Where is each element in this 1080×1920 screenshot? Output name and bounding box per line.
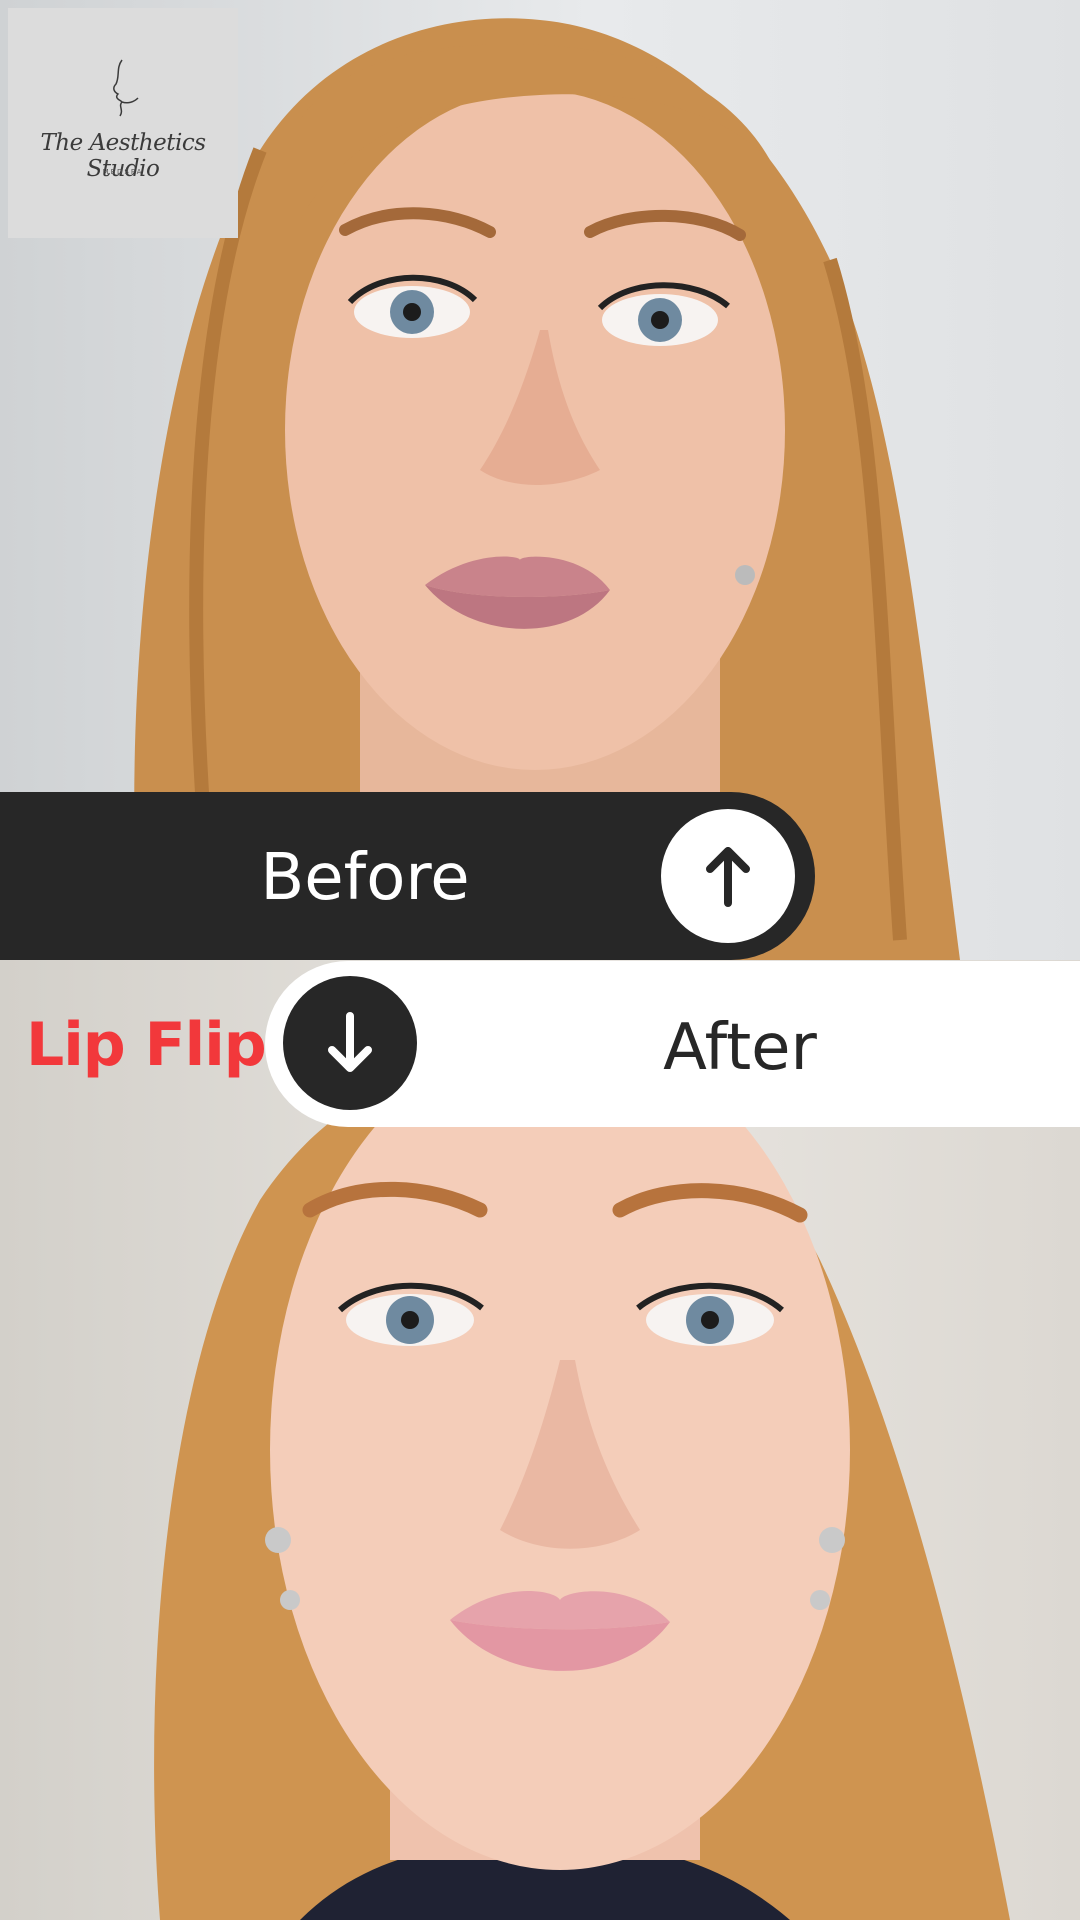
studio-logo: The Aesthetics Studio MEDSPA bbox=[8, 8, 238, 238]
face-profile-icon bbox=[113, 59, 139, 117]
arrow-down-icon bbox=[328, 1012, 372, 1072]
after-label: After bbox=[663, 1011, 817, 1085]
logo-subtitle: MEDSPA bbox=[102, 168, 144, 176]
procedure-title: Lip Flip bbox=[26, 1010, 267, 1080]
before-arrow-button bbox=[661, 809, 795, 943]
after-arrow-button bbox=[283, 976, 417, 1110]
arrow-up-icon bbox=[706, 847, 750, 907]
before-label: Before bbox=[260, 841, 470, 915]
